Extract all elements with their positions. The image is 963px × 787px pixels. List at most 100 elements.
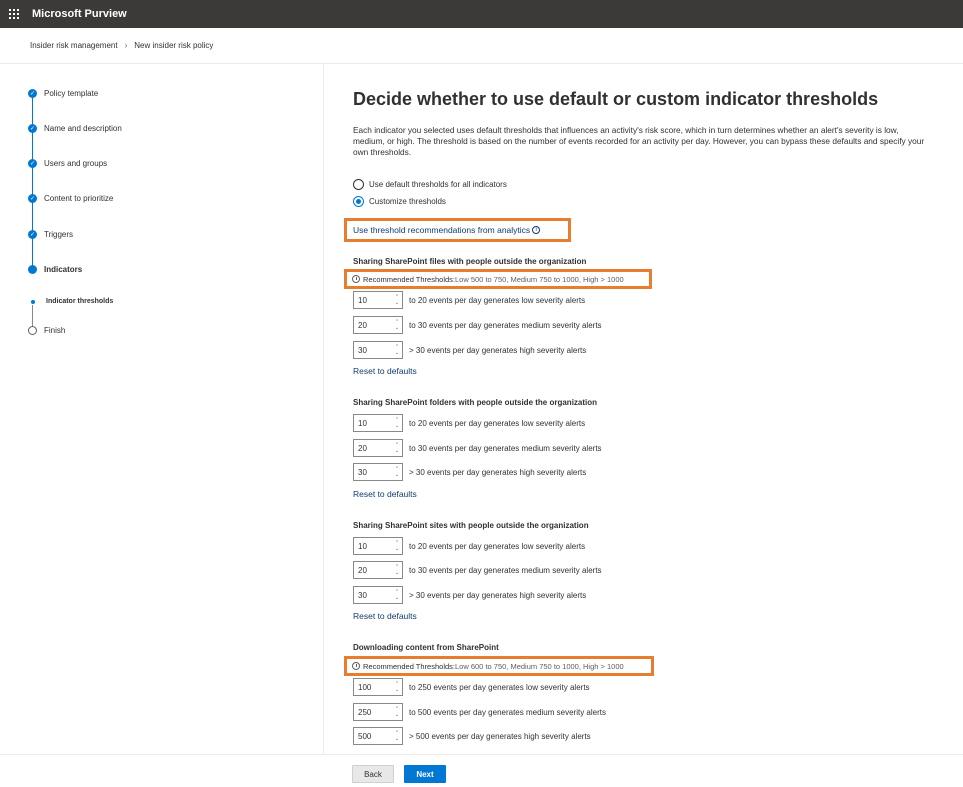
pending-step-circle-icon [28,326,37,335]
radio-selected-icon[interactable] [353,196,364,207]
step-indicators[interactable]: Indicators [28,265,82,274]
next-button[interactable]: Next [404,765,446,783]
recommended-value: Low 600 to 750, Medium 750 to 1000, High… [455,661,624,671]
step-label: Indicators [44,265,83,274]
threshold-spin-input[interactable]: 100 ⌃ ⌄ [353,678,403,696]
info-icon[interactable]: i [532,226,541,234]
spin-value: 20 [358,443,367,453]
spin-arrows-icon[interactable]: ⌃ ⌄ [392,466,402,478]
reset-to-defaults-link[interactable]: Reset to defaults [353,611,417,621]
spin-arrows-icon[interactable]: ⌃ ⌄ [392,417,402,429]
spin-arrows-icon[interactable]: ⌃ ⌄ [392,589,402,601]
app-launcher-icon[interactable] [0,0,28,28]
spin-arrows-icon[interactable]: ⌃ ⌄ [392,319,402,331]
spin-arrows-icon[interactable]: ⌃ ⌄ [392,730,402,742]
threshold-text: to 20 events per day generates low sever… [409,541,586,551]
spin-value: 250 [358,707,372,717]
threshold-text: > 30 events per day generates high sever… [409,345,587,355]
reset-to-defaults-link[interactable]: Reset to defaults [353,489,417,499]
threshold-spin-input[interactable]: 10 ⌃ ⌄ [353,537,403,555]
option-default-thresholds[interactable]: Use default thresholds for all indicator… [353,179,507,190]
app-title[interactable]: Microsoft Purview [32,8,127,20]
spin-value: 30 [358,590,367,600]
recommended-label: Recommended Thresholds: [363,274,455,284]
threshold-row: 250 ⌃ ⌄ to 500 events per day generates me… [353,703,606,721]
spin-value: 500 [358,731,372,741]
pending-line [32,305,33,327]
step-users-groups[interactable]: ✓ Users and groups [28,159,107,168]
threshold-text: to 250 events per day generates low seve… [409,682,590,692]
spin-arrows-icon[interactable]: ⌃ ⌄ [392,442,402,454]
threshold-spin-input[interactable]: 30 ⌃ ⌄ [353,586,403,604]
step-label: Users and groups [44,159,108,168]
breadcrumb: Insider risk management › New insider ri… [30,41,213,50]
threshold-spin-input[interactable]: 250 ⌃ ⌄ [353,703,403,721]
threshold-spin-input[interactable]: 10 ⌃ ⌄ [353,414,403,432]
step-label: Policy template [44,89,99,98]
step-label: Content to prioritize [44,194,114,203]
current-step-dot-icon [28,265,37,274]
threshold-spin-input[interactable]: 30 ⌃ ⌄ [353,341,403,359]
step-content-prioritize[interactable]: ✓ Content to prioritize [28,194,113,203]
spin-value: 30 [358,467,367,477]
threshold-spin-input[interactable]: 20 ⌃ ⌄ [353,316,403,334]
threshold-row: 10 ⌃ ⌄ to 20 events per day generates low … [353,414,585,432]
threshold-spin-input[interactable]: 10 ⌃ ⌄ [353,291,403,309]
spin-value: 20 [358,320,367,330]
threshold-text: > 30 events per day generates high sever… [409,590,587,600]
option-customize-thresholds[interactable]: Customize thresholds [353,196,446,207]
step-name-description[interactable]: ✓ Name and description [28,124,122,133]
link-label: Use threshold recommendations from analy… [353,225,531,235]
option-label: Use default thresholds for all indicator… [369,180,507,189]
back-button[interactable]: Back [352,765,394,783]
spin-arrows-icon[interactable]: ⌃ ⌄ [392,681,402,693]
threshold-text: to 20 events per day generates low sever… [409,418,586,428]
spin-value: 100 [358,682,372,692]
threshold-spin-input[interactable]: 20 ⌃ ⌄ [353,561,403,579]
recommended-label: Recommended Thresholds: [363,661,455,671]
threshold-recommendations-link[interactable]: Use threshold recommendations from analy… [344,218,571,242]
step-label: Name and description [44,124,122,133]
page-description: Each indicator you selected uses default… [353,125,925,157]
clock-icon [352,275,360,283]
step-triggers[interactable]: ✓ Triggers [28,230,73,239]
checkmark-icon: ✓ [28,159,37,168]
spin-arrows-icon[interactable]: ⌃ ⌄ [392,706,402,718]
spin-arrows-icon[interactable]: ⌃ ⌄ [392,564,402,576]
radio-unselected-icon[interactable] [353,179,364,190]
threshold-row: 20 ⌃ ⌄ to 30 events per day generates medi… [353,316,602,334]
threshold-text: > 500 events per day generates high seve… [409,731,591,741]
wizard-footer [0,754,963,787]
spin-value: 30 [358,345,367,355]
step-indicator-thresholds[interactable]: Indicator thresholds [28,298,113,305]
threshold-text: to 500 events per day generates medium s… [409,707,606,717]
breadcrumb-item-new-policy: New insider risk policy [134,41,214,50]
breadcrumb-item-insider-risk[interactable]: Insider risk management [30,41,118,50]
reset-to-defaults-link[interactable]: Reset to defaults [353,366,417,376]
recommended-value: Low 500 to 750, Medium 750 to 1000, High… [455,274,624,284]
spin-arrows-icon[interactable]: ⌃ ⌄ [392,294,402,306]
threshold-row: 20 ⌃ ⌄ to 30 events per day generates medi… [353,439,602,457]
threshold-spin-input[interactable]: 20 ⌃ ⌄ [353,439,403,457]
section-title: Sharing SharePoint sites with people out… [353,521,589,530]
section-title: Downloading content from SharePoint [353,643,499,652]
section-title: Sharing SharePoint files with people out… [353,257,587,266]
step-finish[interactable]: Finish [28,326,65,335]
spin-arrows-icon[interactable]: ⌃ ⌄ [392,540,402,552]
spin-value: 10 [358,295,367,305]
spin-value: 10 [358,418,367,428]
threshold-row: 20 ⌃ ⌄ to 30 events per day generates medi… [353,561,602,579]
recommended-thresholds-box: Recommended Thresholds: Low 500 to 750, … [344,269,652,289]
threshold-spin-input[interactable]: 500 ⌃ ⌄ [353,727,403,745]
checkmark-icon: ✓ [28,194,37,203]
step-policy-template[interactable]: ✓ Policy template [28,89,98,98]
threshold-text: to 20 events per day generates low sever… [409,295,586,305]
threshold-text: > 30 events per day generates high sever… [409,467,587,477]
threshold-text: to 30 events per day generates medium se… [409,565,602,575]
threshold-row: 30 ⌃ ⌄ > 30 events per day generates high … [353,586,586,604]
threshold-row: 30 ⌃ ⌄ > 30 events per day generates high … [353,463,586,481]
threshold-spin-input[interactable]: 30 ⌃ ⌄ [353,463,403,481]
spin-arrows-icon[interactable]: ⌃ ⌄ [392,344,402,356]
checkmark-icon: ✓ [28,230,37,239]
threshold-text: to 30 events per day generates medium se… [409,443,602,453]
